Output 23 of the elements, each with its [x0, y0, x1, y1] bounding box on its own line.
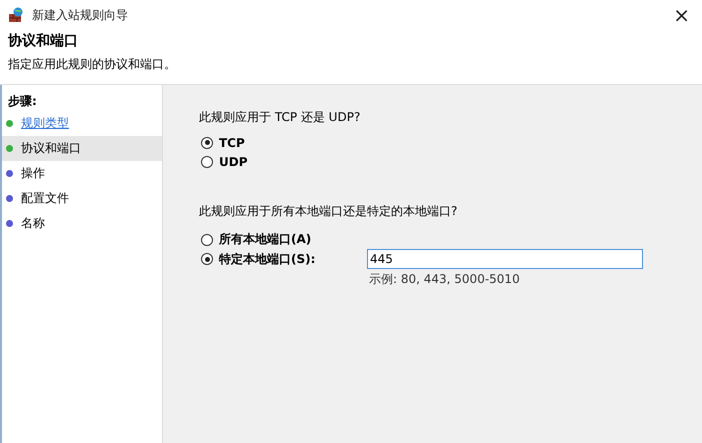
step-link[interactable]: 规则类型 [21, 115, 69, 132]
window-title: 新建入站规则向导 [32, 6, 129, 24]
ports-question: 此规则应用于所有本地端口还是特定的本地端口? [199, 203, 458, 220]
radio-button[interactable] [201, 136, 213, 148]
radio-option[interactable]: 所有本地端口(A) [199, 230, 702, 249]
example-hint: 示例: 80, 443, 5000-5010 [369, 271, 521, 288]
close-button[interactable]: × [669, 5, 694, 25]
page-description: 指定应用此规则的协议和端口。 [8, 57, 176, 71]
page-heading: 协议和端口 [8, 32, 79, 50]
step-label: 名称 [21, 215, 45, 232]
radio-option[interactable]: 特定本地端口(S): [199, 250, 361, 268]
step-label: 协议和端口 [21, 140, 81, 157]
step-label: 操作 [21, 165, 45, 182]
port-input-field[interactable]: 445 [367, 249, 643, 269]
radio-option[interactable]: UDP [199, 152, 702, 171]
radio-option[interactable]: TCP [199, 133, 702, 152]
protocol-question: 此规则应用于 TCP 还是 UDP? [199, 109, 362, 126]
radio-button[interactable] [201, 156, 213, 168]
firewall-icon [8, 7, 24, 23]
step-label: 配置文件 [21, 190, 69, 207]
steps-heading: 步骤: [7, 93, 38, 110]
radio-button[interactable] [201, 234, 213, 246]
radio-button[interactable] [201, 253, 213, 265]
